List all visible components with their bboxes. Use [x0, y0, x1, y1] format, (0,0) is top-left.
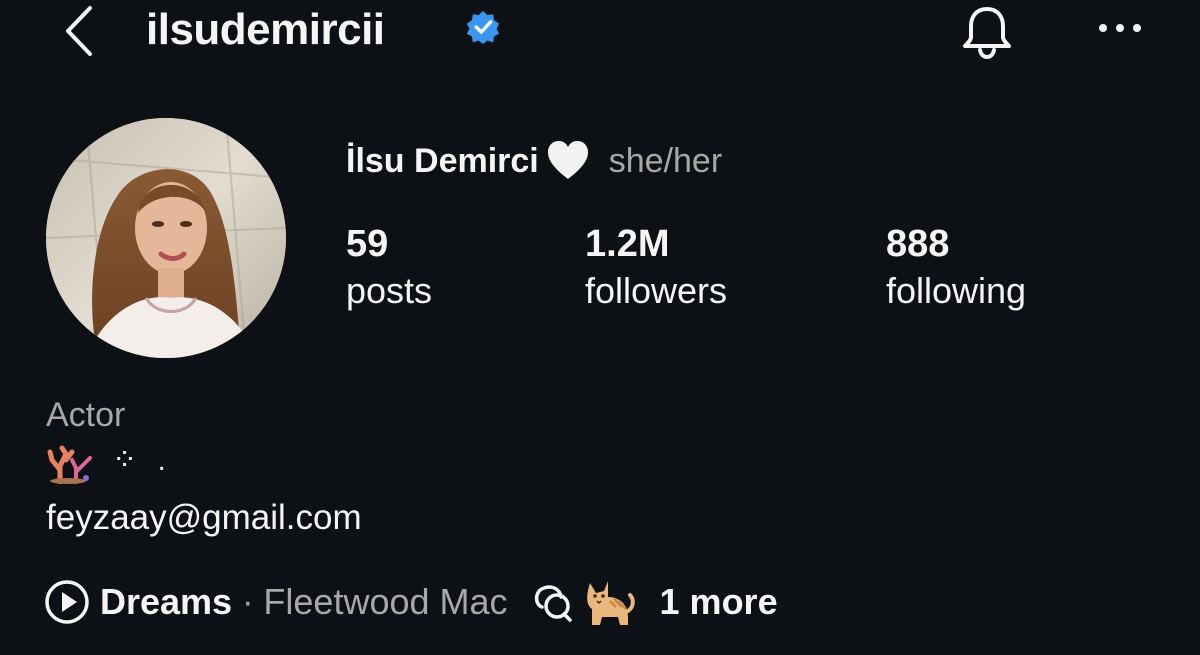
notifications-button[interactable]	[950, 2, 1024, 62]
posts-count: 59	[346, 223, 389, 265]
threads-icon[interactable]	[530, 579, 576, 625]
profile-username: ilsudemircii	[146, 5, 385, 54]
following-stat[interactable]: 888 following	[886, 222, 1026, 316]
followers-count: 1.2M	[585, 223, 670, 265]
song-title[interactable]: Dreams	[100, 581, 232, 623]
following-label: following	[886, 270, 1027, 311]
back-button[interactable]	[52, 4, 104, 58]
avatar[interactable]	[46, 118, 286, 358]
play-circle-icon[interactable]	[44, 579, 90, 625]
name-row: İlsu Demirci she/her	[346, 138, 722, 184]
white-heart-icon	[547, 141, 588, 179]
followers-stat[interactable]: 1.2M followers	[585, 222, 727, 316]
pronouns: she/her	[608, 141, 723, 180]
email-link[interactable]: feyzaay@gmail.com	[46, 496, 362, 540]
more-link[interactable]: 1 more	[660, 581, 778, 623]
profile-category: Actor	[46, 396, 126, 434]
followers-label: followers	[585, 270, 728, 311]
chevron-left-icon	[66, 6, 92, 56]
following-count: 888	[886, 223, 950, 265]
bio-emoji-line: ⁘ .	[46, 444, 172, 484]
posts-label: posts	[346, 270, 433, 311]
more-options-button[interactable]	[1088, 8, 1152, 48]
profile-photo	[46, 118, 286, 358]
verified-badge-icon	[466, 10, 500, 44]
ellipsis-icon	[1099, 24, 1141, 32]
coral-icon	[47, 445, 92, 484]
bio-dots: ⁘ .	[112, 443, 172, 477]
bell-icon	[963, 7, 1011, 60]
posts-stat[interactable]: 59 posts	[346, 222, 432, 316]
song-artist[interactable]: Fleetwood Mac	[263, 581, 507, 623]
display-name: İlsu Demirci	[346, 141, 539, 180]
music-row: Dreams · Fleetwood Mac 1 more	[44, 578, 778, 626]
song-separator: ·	[242, 582, 254, 621]
cat-icon	[586, 581, 635, 625]
